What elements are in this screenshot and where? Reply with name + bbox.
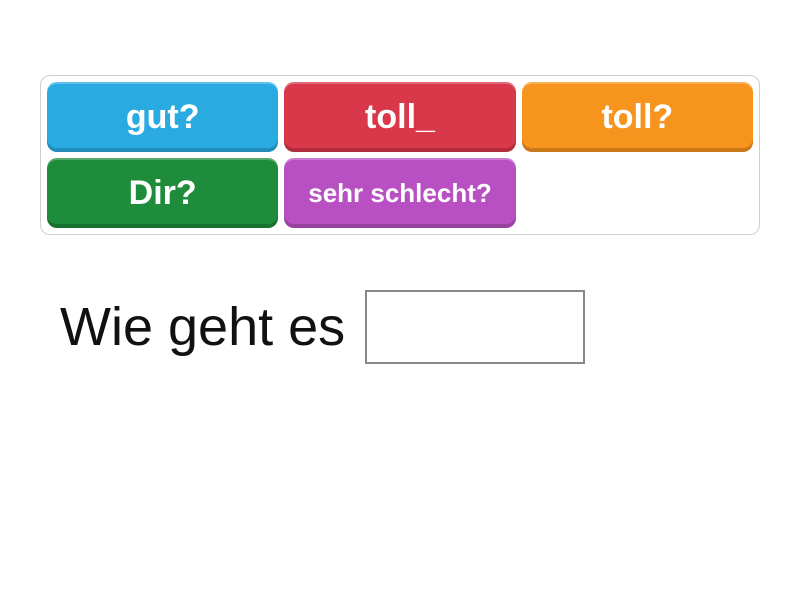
tile-option[interactable]: toll? (522, 82, 753, 152)
sentence-prefix: Wie geht es (60, 296, 345, 358)
answer-blank[interactable] (365, 290, 585, 364)
tile-option[interactable]: sehr schlecht? (284, 158, 515, 228)
word-bank: gut? toll_ toll? Dir? sehr schlecht? (40, 75, 760, 235)
sentence-row: Wie geht es (60, 290, 585, 364)
tile-option[interactable]: toll_ (284, 82, 515, 152)
tile-option[interactable]: gut? (47, 82, 278, 152)
tile-option[interactable]: Dir? (47, 158, 278, 228)
